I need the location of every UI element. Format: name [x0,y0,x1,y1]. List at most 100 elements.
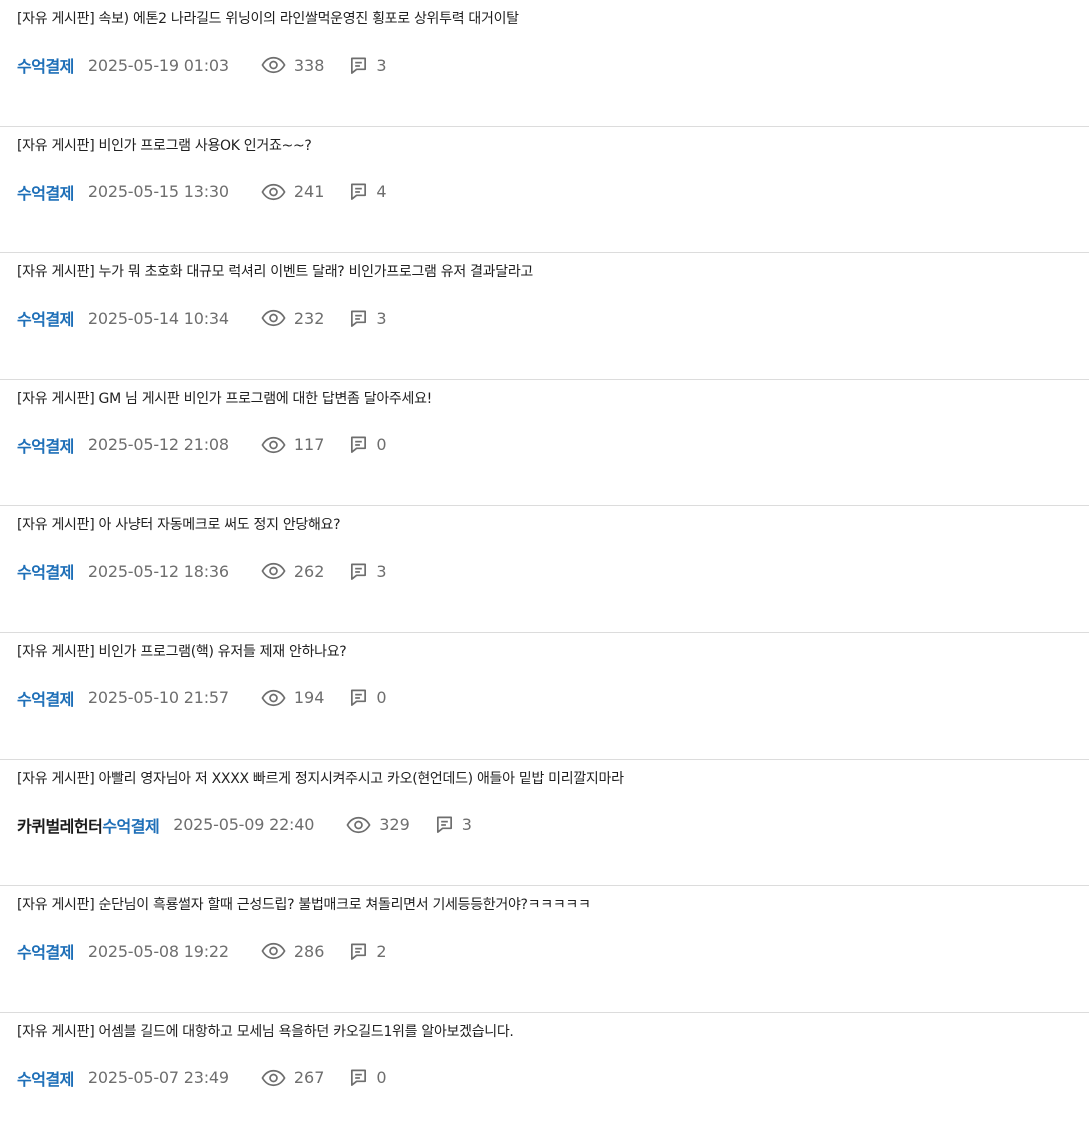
post-meta: 수억결제 2025-05-19 01:03 338 3 [17,53,1089,77]
post-date: 2025-05-07 23:49 [87,1068,229,1088]
post-item[interactable]: [자유 게시판] GM 님 게시판 비인가 프로그램에 대한 답변좀 달아주세요… [0,380,1089,507]
post-list: [자유 게시판] 속보) 에톤2 나라길드 위닝이의 라인쌀먹운영진 횡포로 상… [0,0,1089,1103]
eye-icon [261,1069,286,1087]
view-count: 286 [261,941,325,961]
comment-count: 0 [349,435,387,455]
author-name[interactable]: 수억결제 [17,306,74,330]
comment-count-value: 3 [376,308,387,328]
comment-icon [435,815,454,834]
post-meta: 수억결제 2025-05-07 23:49 267 0 [17,1066,1089,1090]
eye-icon [261,562,286,580]
post-item[interactable]: [자유 게시판] 아 사냥터 자동메크로 써도 정지 안당해요? 수억결제 20… [0,506,1089,633]
post-title[interactable]: [자유 게시판] 순단님이 흑룡썰자 할때 근성드립? 불법매크로 쳐돌리면서 … [17,891,1089,919]
view-count: 338 [261,56,324,75]
view-count: 117 [261,435,325,455]
post-title[interactable]: [자유 게시판] 비인가 프로그램 사용OK 인거죠~~? [17,132,1089,160]
comment-count: 3 [435,815,472,834]
post-date: 2025-05-08 19:22 [87,941,229,961]
view-count: 194 [261,688,325,708]
author-name[interactable]: 수억결제 [17,180,74,204]
comment-count-value: 0 [376,1068,387,1088]
eye-icon [261,309,286,327]
author-name[interactable]: 수억결제 [17,433,74,457]
comment-count: 4 [349,182,387,202]
comment-count: 0 [349,688,387,708]
post-title[interactable]: [자유 게시판] 아빨리 영자님아 저 XXXX 빠르게 정지시켜주시고 카오(… [17,765,1089,793]
comment-icon [349,182,368,201]
view-count-value: 262 [293,561,325,581]
post-item[interactable]: [자유 게시판] 비인가 프로그램 사용OK 인거죠~~? 수억결제 2025-… [0,127,1089,254]
post-item[interactable]: [자유 게시판] 순단님이 흑룡썰자 할때 근성드립? 불법매크로 쳐돌리면서 … [0,886,1089,1013]
post-item[interactable]: [자유 게시판] 어셈블 길드에 대항하고 모세님 욕을하던 카오길드1위를 알… [0,1013,1089,1139]
post-meta: 수억결제 2025-05-12 21:08 117 0 [17,433,1089,457]
view-count-value: 117 [293,435,325,455]
comment-icon [349,435,368,454]
eye-icon [261,689,286,707]
view-count-value: 232 [293,308,325,328]
comment-count-value: 3 [376,561,387,581]
view-count-value: 286 [293,941,325,961]
view-count: 241 [261,182,325,202]
comment-count-value: 0 [376,435,387,455]
post-date: 2025-05-12 21:08 [87,435,229,455]
comment-count: 2 [349,941,387,961]
post-date: 2025-05-09 22:40 [173,815,315,835]
comment-count: 0 [349,1068,387,1088]
post-date: 2025-05-10 21:57 [87,688,229,708]
comment-icon [349,56,368,75]
post-date: 2025-05-14 10:34 [87,308,229,328]
comment-icon [349,688,368,707]
post-meta: 수억결제 2025-05-12 18:36 262 3 [17,559,1089,583]
author-name[interactable]: 수억결제 [17,1066,74,1090]
view-count-value: 194 [293,688,325,708]
comment-count: 3 [349,55,387,75]
comment-icon [349,309,368,328]
view-count: 329 [346,815,410,834]
post-title[interactable]: [자유 게시판] 비인가 프로그램(핵) 유저들 제재 안하나요? [17,638,1089,666]
post-date: 2025-05-15 13:30 [87,182,229,202]
post-meta: 수억결제 2025-05-14 10:34 232 3 [17,306,1089,330]
comment-count-value: 3 [461,815,472,835]
author-name[interactable]: 수억결제 [17,939,74,963]
post-item[interactable]: [자유 게시판] 속보) 에톤2 나라길드 위닝이의 라인쌀먹운영진 횡포로 상… [0,0,1089,127]
author-name[interactable]: 수억결제 [102,813,159,837]
comment-icon [349,562,368,581]
author-name[interactable]: 수억결제 [17,686,74,710]
post-item[interactable]: [자유 게시판] 아빨리 영자님아 저 XXXX 빠르게 정지시켜주시고 카오(… [0,760,1089,887]
view-count: 232 [261,308,325,328]
post-title[interactable]: [자유 게시판] 누가 뭐 초호화 대규모 럭셔리 이벤트 달래? 비인가프로그… [17,258,1089,286]
post-date: 2025-05-19 01:03 [87,55,229,75]
post-date: 2025-05-12 18:36 [87,561,229,581]
comment-count-value: 4 [376,182,387,202]
post-item[interactable]: [자유 게시판] 비인가 프로그램(핵) 유저들 제재 안하나요? 수억결제 2… [0,633,1089,760]
post-title[interactable]: [자유 게시판] 아 사냥터 자동메크로 써도 정지 안당해요? [17,511,1089,539]
post-meta: 수억결제 2025-05-08 19:22 286 2 [17,939,1089,963]
extra-tag: 카퀴벌레헌터 [17,816,103,836]
post-meta: 수억결제 2025-05-15 13:30 241 4 [17,180,1089,204]
comment-icon [349,942,368,961]
view-count-value: 329 [379,815,410,835]
eye-icon [261,56,286,74]
eye-icon [261,183,286,201]
view-count: 262 [261,561,325,581]
comment-count-value: 0 [376,688,387,708]
post-item[interactable]: [자유 게시판] 누가 뭐 초호화 대규모 럭셔리 이벤트 달래? 비인가프로그… [0,253,1089,380]
comment-count: 3 [349,308,387,328]
eye-icon [346,816,371,834]
author-name[interactable]: 수억결제 [17,53,74,77]
eye-icon [261,436,286,454]
comment-count: 3 [349,561,387,581]
eye-icon [261,942,286,960]
view-count-value: 267 [293,1068,325,1088]
comment-count-value: 2 [376,941,387,961]
post-meta: 수억결제 2025-05-10 21:57 194 0 [17,686,1089,710]
author-name[interactable]: 수억결제 [17,559,74,583]
comment-icon [349,1068,368,1087]
post-title[interactable]: [자유 게시판] GM 님 게시판 비인가 프로그램에 대한 답변좀 달아주세요… [17,385,1089,413]
comment-count-value: 3 [376,55,387,75]
post-meta: 카퀴벌레헌터 수억결제 2025-05-09 22:40 329 3 [17,813,1089,837]
view-count-value: 241 [293,182,325,202]
post-title[interactable]: [자유 게시판] 어셈블 길드에 대항하고 모세님 욕을하던 카오길드1위를 알… [17,1018,1089,1046]
view-count: 267 [261,1068,325,1088]
post-title[interactable]: [자유 게시판] 속보) 에톤2 나라길드 위닝이의 라인쌀먹운영진 횡포로 상… [17,5,1089,33]
